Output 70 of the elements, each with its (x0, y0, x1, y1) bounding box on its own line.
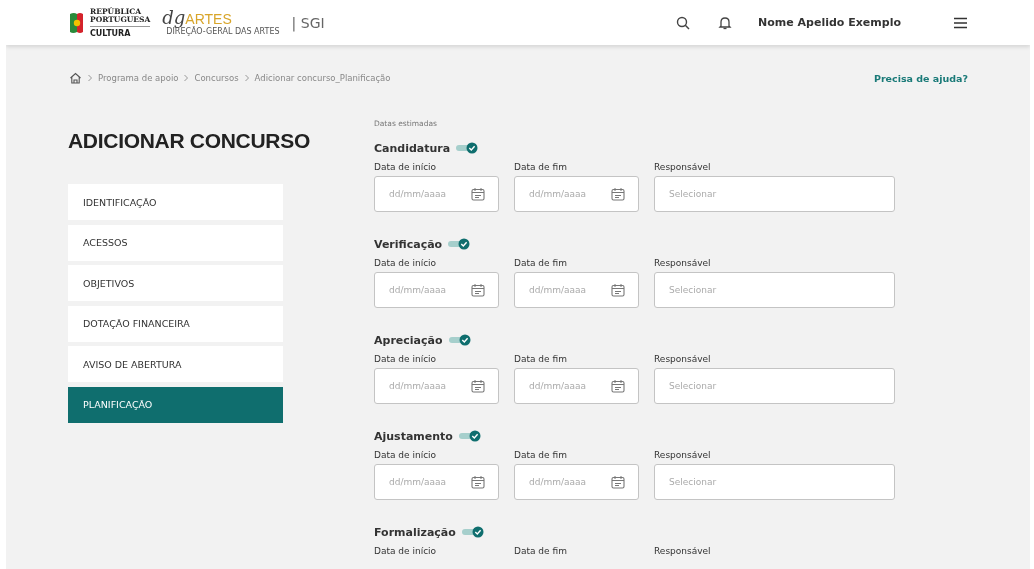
calendar-icon[interactable] (471, 283, 485, 297)
phase-title: Formalização (374, 525, 456, 539)
calendar-icon[interactable] (471, 379, 485, 393)
date-field[interactable]: dd/mm/aaaa (514, 176, 639, 212)
chevron-right-icon (243, 74, 250, 82)
toggle-switch[interactable] (456, 142, 479, 154)
calendar-icon[interactable] (611, 283, 625, 297)
date-field[interactable]: dd/mm/aaaa (514, 368, 639, 404)
field-label: Responsável (654, 546, 712, 558)
phase-title: Candidatura (374, 141, 451, 155)
logo-monogram: dg (162, 9, 186, 27)
calendar-icon[interactable] (611, 187, 625, 201)
bell-icon[interactable] (718, 15, 733, 30)
sidebar-item[interactable]: OBJETIVOS (68, 265, 283, 301)
field-label: Data de início (374, 354, 438, 366)
app-name: | SGI (291, 14, 325, 31)
field-label: Data de fim (514, 258, 568, 270)
calendar-icon[interactable] (611, 475, 625, 489)
breadcrumb-link[interactable]: Programa de apoio (98, 73, 179, 83)
field-label: Responsável (654, 354, 712, 366)
field-label: Data de fim (514, 162, 568, 174)
date-field[interactable]: dd/mm/aaaa (374, 464, 499, 500)
date-field[interactable]: dd/mm/aaaa (514, 272, 639, 308)
logo-subtitle: CULTURA (90, 28, 132, 38)
home-icon[interactable] (69, 72, 82, 84)
phase-title: Verificação (374, 237, 443, 251)
field-label: Data de início (374, 162, 438, 174)
date-field[interactable]: dd/mm/aaaa (374, 368, 499, 404)
calendar-icon[interactable] (611, 379, 625, 393)
phase-title: Apreciação (374, 333, 443, 347)
toggle-switch[interactable] (448, 334, 471, 346)
date-field[interactable]: dd/mm/aaaa (514, 464, 639, 500)
chevron-right-icon (183, 74, 190, 82)
field-label: Data de início (374, 450, 438, 462)
sidebar-item[interactable]: AVISO DE ABERTURA (68, 346, 283, 382)
page-title: ADICIONAR CONCURSO (68, 129, 311, 153)
field-label: Responsável (654, 162, 712, 174)
toggle-switch[interactable] (448, 238, 471, 250)
calendar-icon[interactable] (471, 475, 485, 489)
phase-title: Ajustamento (374, 429, 453, 443)
select-field[interactable]: Selecionar (654, 368, 895, 404)
calendar-icon[interactable] (471, 187, 485, 201)
sidebar-item[interactable]: IDENTIFICAÇÃO (68, 184, 283, 220)
date-field[interactable]: dd/mm/aaaa (374, 272, 499, 308)
field-label: Data de fim (514, 354, 568, 366)
toggle-switch[interactable] (458, 430, 481, 442)
flag-emblem-icon (68, 10, 84, 35)
field-label: Data de início (374, 258, 438, 270)
date-field[interactable]: dd/mm/aaaa (374, 176, 499, 212)
sidebar-item[interactable]: PLANIFICAÇÃO (68, 386, 283, 423)
field-label: Responsável (654, 450, 712, 462)
field-label: Data de fim (514, 546, 568, 558)
search-icon[interactable] (676, 15, 691, 30)
select-field[interactable]: Selecionar (654, 176, 895, 212)
help-link[interactable]: Precisa de ajuda? (873, 72, 968, 84)
sidebar-item[interactable]: DOTAÇÃO FINANCEIRA (68, 305, 283, 342)
toggle-switch[interactable] (461, 526, 484, 538)
field-label: Data de fim (514, 450, 568, 462)
sidebar-item[interactable]: ACESSOS (68, 224, 283, 261)
menu-icon[interactable] (953, 16, 968, 29)
select-field[interactable]: Selecionar (654, 464, 895, 500)
logo-subtitle: DIREÇÃO-GERAL DAS ARTES (166, 27, 280, 36)
breadcrumb-link[interactable]: Adicionar concurso_Planificação (254, 73, 391, 83)
user-name[interactable]: Nome Apelido Exemplo (758, 16, 901, 29)
field-label: Data de início (374, 546, 438, 558)
logo-wordmark: ARTES (185, 11, 232, 27)
chevron-right-icon (87, 74, 93, 82)
field-label: Responsável (654, 258, 712, 270)
breadcrumb-link[interactable]: Concursos (194, 73, 239, 83)
select-field[interactable]: Selecionar (654, 272, 895, 308)
